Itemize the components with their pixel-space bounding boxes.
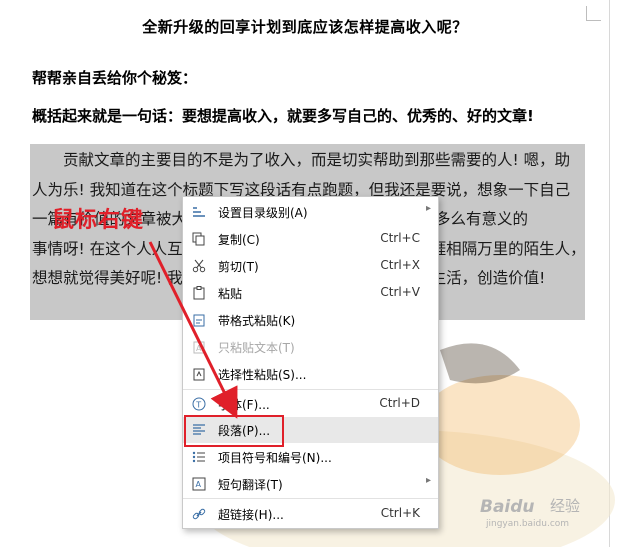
menu-item-copy[interactable]: 复制(C) Ctrl+C <box>183 226 438 252</box>
svg-text:A: A <box>196 344 202 353</box>
paragraph-line: 贡献文章的主要目的不是为了收入，而是切实帮助到那些需要的人! 嗯，助 <box>63 151 571 169</box>
page-edge <box>609 0 610 547</box>
menu-separator <box>183 498 438 499</box>
menu-item-font[interactable]: T 字体(F)... Ctrl+D <box>183 391 438 417</box>
cut-icon <box>192 259 206 273</box>
context-menu[interactable]: 设置目录级别(A) ▸ 复制(C) Ctrl+C 剪切(T) Ctrl+X 粘贴… <box>182 196 439 529</box>
svg-text:经验: 经验 <box>550 497 580 515</box>
paste-special-icon <box>193 368 205 381</box>
svg-text:Baidu: Baidu <box>480 497 535 517</box>
outline-level-icon <box>193 207 205 217</box>
menu-item-hyperlink[interactable]: 超链接(H)... Ctrl+K <box>183 501 438 527</box>
summary-line: 概括起来就是一句话：要想提高收入，就要多写自己的、优秀的、好的文章! <box>32 107 534 125</box>
annotation-label: 鼠标右键 <box>52 208 145 233</box>
translate-icon: A <box>192 477 206 491</box>
copy-icon <box>192 232 205 246</box>
menu-item-outline-level[interactable]: 设置目录级别(A) ▸ <box>183 199 438 225</box>
menu-item-paste[interactable]: 粘贴 Ctrl+V <box>183 280 438 306</box>
document-page: 全新升级的回享计划到底应该怎样提高收入呢？ 帮帮亲自丢给你个秘笈： 概括起来就是… <box>0 0 630 547</box>
baidu-jingyan-watermark: Baidu 经验 jingyan.baidu.com <box>480 497 580 529</box>
submenu-arrow-icon: ▸ <box>425 475 431 486</box>
paste-text-icon: A <box>193 341 205 354</box>
menu-item-bullets-numbering[interactable]: 项目符号和编号(N)... <box>183 444 438 470</box>
intro-line: 帮帮亲自丢给你个秘笈： <box>32 69 198 87</box>
svg-text:T: T <box>195 401 201 410</box>
menu-item-translate[interactable]: A 短句翻译(T) ▸ <box>183 471 438 497</box>
menu-item-paste-format[interactable]: 带格式粘贴(K) <box>183 307 438 333</box>
hyperlink-icon <box>192 508 206 520</box>
paste-format-icon <box>193 314 205 327</box>
paste-icon <box>193 286 205 300</box>
bullets-numbering-icon <box>192 451 205 463</box>
document-title: 全新升级的回享计划到底应该怎样提高收入呢？ <box>142 18 468 36</box>
font-icon: T <box>192 397 206 411</box>
menu-item-cut[interactable]: 剪切(T) Ctrl+X <box>183 253 438 279</box>
menu-separator <box>183 389 438 390</box>
menu-item-paste-special[interactable]: 选择性粘贴(S)... <box>183 361 438 387</box>
submenu-arrow-icon: ▸ <box>425 203 431 214</box>
paragraph-highlight-box <box>184 415 284 447</box>
svg-text:A: A <box>196 480 202 489</box>
svg-text:jingyan.baidu.com: jingyan.baidu.com <box>485 519 569 529</box>
menu-item-paste-text-only: A 只粘贴文本(T) <box>183 334 438 360</box>
